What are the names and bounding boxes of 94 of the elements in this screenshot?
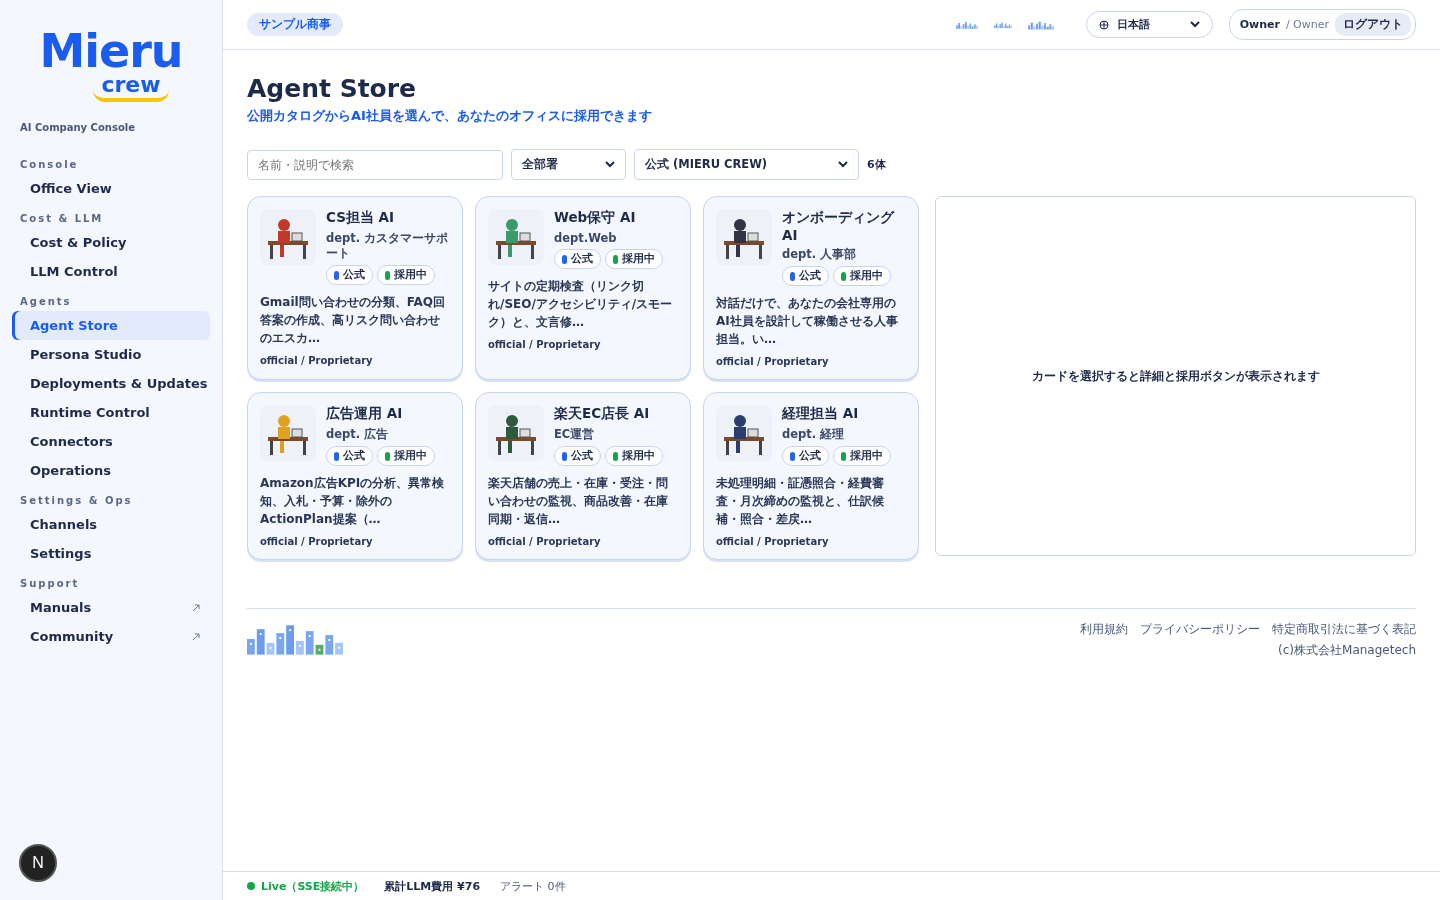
detail-placeholder-text: カードを選択すると詳細と採用ボタンが表示されます	[1031, 368, 1320, 384]
agent-description: 対話だけで、あなたの会社専用のAI社員を設計して稼働させる人事担当。い…	[716, 295, 899, 348]
agent-count: 6体	[867, 157, 886, 172]
status-badge: 採用中	[833, 266, 891, 286]
agent-department: dept. 経理	[782, 427, 846, 442]
section-heading: Agents	[20, 296, 73, 307]
llm-cost: 累計LLM費用 ¥76	[384, 878, 481, 894]
status-badge: 採用中	[605, 446, 663, 466]
worker-at-desk-icon	[260, 209, 316, 265]
page-title: Agent Store	[247, 74, 418, 103]
live-dot	[247, 882, 255, 890]
agent-name: 広告運用 AI	[326, 405, 404, 423]
official-badge: 公式	[782, 266, 829, 286]
agent-name: 経理担当 AI	[782, 405, 860, 423]
worker-at-desk-icon	[260, 405, 316, 461]
official-badge: 公式	[782, 446, 829, 466]
worker-at-desk-icon	[488, 405, 544, 461]
section-heading: Console	[20, 159, 80, 170]
agent-description: Gmail問い合わせの分類、FAQ回答案の作成、高リスク問い合わせのエスカ…	[260, 294, 446, 347]
official-badge: 公式	[326, 265, 373, 285]
license-label: official / Proprietary	[716, 356, 830, 367]
status-badge: 採用中	[605, 249, 663, 269]
sidebar-item[interactable]: Cost & Policy	[12, 228, 210, 257]
license-label: official / Proprietary	[716, 536, 830, 547]
language-select[interactable]: 日本語	[1085, 11, 1213, 38]
skyline-icon	[993, 20, 1012, 29]
status-badge: 採用中	[377, 265, 435, 285]
agent-name: Web保守 AI	[554, 209, 637, 227]
agent-department: dept. 人事部	[782, 247, 858, 262]
chevron-down-icon	[1189, 21, 1200, 28]
sidebar-item[interactable]: Manuals	[12, 593, 210, 622]
footer-link[interactable]: プライバシーポリシー	[1140, 621, 1260, 638]
copyright: (c)株式会社Managetech	[1278, 642, 1416, 659]
section-heading: Cost & LLM	[20, 213, 105, 224]
agent-department: dept.Web	[554, 231, 618, 245]
sidebar-item[interactable]: Runtime Control	[12, 398, 210, 427]
agent-card[interactable]: 広告運用 AI dept. 広告 公式 採用中 Amazon広告KPIの分析、異常検知、入札・予算・除外のActionPlan提案（… official / Proprietary	[247, 392, 463, 560]
globe-icon	[1098, 19, 1109, 30]
license-label: official / Proprietary	[488, 536, 602, 547]
agent-department: dept. 広告	[326, 427, 390, 442]
alert-count: アラート 0件	[500, 878, 566, 894]
sidebar-item[interactable]: Channels	[12, 510, 210, 539]
footer-link[interactable]: 利用規約	[1080, 621, 1128, 638]
sidebar-item[interactable]: Community	[12, 622, 210, 651]
agent-name: 楽天EC店長 AI	[554, 405, 651, 423]
agent-card[interactable]: CS担当 AI dept. カスタマーサポート 公式 採用中 Gmail問い合わせの分類、FAQ回答案の作成、高リスク問い合わせのエスカ… official / Proprietary	[247, 196, 463, 380]
worker-at-desk-icon	[716, 405, 772, 461]
department-select[interactable]: 全部署	[511, 149, 626, 180]
agent-description: 楽天店舗の売上・在庫・受注・問い合わせの監視、商品改善・在庫同期・返信…	[488, 475, 669, 528]
agent-card[interactable]: 経理担当 AI dept. 経理 公式 採用中 未処理明細・証憑照合・経費審査・月次締めの監視と、仕訳候補・照合・差戻… official / Proprietary	[703, 392, 919, 560]
sidebar-item[interactable]: Settings	[12, 539, 210, 568]
dev-tools-button[interactable]: N	[19, 844, 57, 882]
agent-department: EC運営	[554, 427, 596, 442]
agent-card[interactable]: Web保守 AI dept.Web 公式 採用中 サイトの定期検査（リンク切れ/SEO/アクセシビリティ/スモーク）と、文言修… official / Proprietary	[475, 196, 691, 380]
agent-description: Amazon広告KPIの分析、異常検知、入札・予算・除外のActionPlan提案（…	[260, 475, 446, 528]
status-badge: 採用中	[377, 446, 435, 466]
license-label: official / Proprietary	[260, 355, 374, 366]
sidebar-item[interactable]: Persona Studio	[12, 340, 210, 369]
company-badge: サンプル商事	[247, 13, 343, 36]
sidebar-item[interactable]: Office View	[12, 174, 210, 203]
license-label: official / Proprietary	[488, 339, 602, 350]
user-menu: Owner / Owner ログアウト	[1228, 9, 1416, 40]
agent-name: オンボーディングAI	[782, 209, 896, 243]
official-badge: 公式	[326, 446, 373, 466]
chevron-down-icon	[838, 161, 848, 168]
official-badge: 公式	[554, 446, 601, 466]
sidebar-item[interactable]: LLM Control	[12, 257, 210, 286]
sidebar-item[interactable]: Agent Store	[12, 311, 210, 340]
live-status: Live（SSE接続中）	[261, 878, 365, 894]
license-label: official / Proprietary	[260, 536, 374, 547]
worker-at-desk-icon	[488, 209, 544, 265]
agent-card[interactable]: オンボーディングAI dept. 人事部 公式 採用中 対話だけで、あなたの会社専用のAI社員を設計して稼働させる人事担当。い… official / Proprietary	[703, 196, 919, 380]
section-heading: Support	[20, 578, 81, 589]
console-subtitle: AI Company Console	[20, 122, 136, 133]
agent-description: 未処理明細・証憑照合・経費審査・月次締めの監視と、仕訳候補・照合・差戻…	[716, 475, 885, 528]
source-select[interactable]: 公式 (MIERU CREW)	[634, 149, 859, 180]
logout-button[interactable]: ログアウト	[1335, 13, 1411, 36]
skyline-icon	[955, 19, 978, 30]
sidebar-item[interactable]: Deployments & Updates	[12, 369, 210, 398]
page-subtitle: 公開カタログからAI社員を選んで、あなたのオフィスに採用できます	[247, 107, 653, 125]
agent-card[interactable]: 楽天EC店長 AI EC運営 公式 採用中 楽天店舗の売上・在庫・受注・問い合わせの監視、商品改善・在庫同期・返信… official / Proprietary	[475, 392, 691, 560]
footer-link[interactable]: 特定商取引法に基づく表記	[1272, 621, 1416, 638]
sidebar-item[interactable]: Connectors	[12, 427, 210, 456]
chevron-down-icon	[605, 161, 615, 168]
sidebar-item[interactable]: Operations	[12, 456, 210, 485]
agent-department: dept. カスタマーサポート	[326, 231, 450, 261]
official-badge: 公式	[554, 249, 601, 269]
search-field[interactable]: 名前・説明で検索	[247, 149, 503, 180]
status-badge: 採用中	[833, 446, 891, 466]
logo[interactable]: Mieru crew	[12, 24, 210, 122]
agent-description: サイトの定期検査（リンク切れ/SEO/アクセシビリティ/スモーク）と、文言修…	[488, 278, 674, 331]
section-heading: Settings & Ops	[20, 495, 134, 506]
worker-at-desk-icon	[716, 209, 772, 265]
agent-name: CS担当 AI	[326, 209, 396, 227]
